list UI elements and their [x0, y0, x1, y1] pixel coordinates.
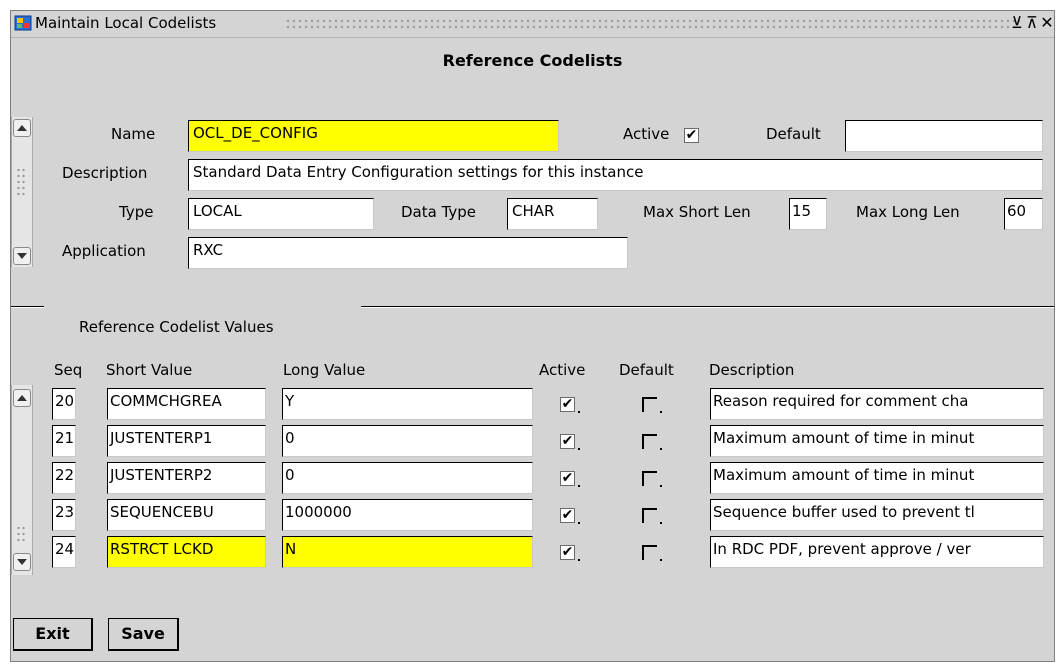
max-short-len-label: Max Short Len — [643, 203, 751, 221]
scroll-down-button[interactable] — [13, 247, 31, 265]
max-short-len-field[interactable]: 15 — [789, 198, 827, 230]
row-active-focus-dot — [578, 448, 580, 450]
row-active-focus-dot — [578, 522, 580, 524]
row-long-value-field[interactable]: 0 — [282, 425, 533, 457]
row-description-field[interactable]: Maximum amount of time in minut — [710, 462, 1044, 494]
section-divider-right — [361, 306, 1054, 308]
col-header-description: Description — [709, 361, 795, 379]
row-default-checkbox[interactable] — [642, 471, 657, 486]
name-field[interactable]: OCL_DE_CONFIG — [188, 120, 559, 152]
row-short-value-field[interactable]: COMMCHGREA — [107, 388, 266, 420]
row-description-field[interactable]: Sequence buffer used to prevent tl — [710, 499, 1044, 531]
checkmark-icon: ✔ — [561, 544, 574, 560]
title-grip — [285, 18, 1020, 30]
col-header-active: Active — [539, 361, 586, 379]
section-divider-left — [11, 306, 44, 308]
checkmark-icon: ✔ — [561, 507, 574, 523]
row-seq-field[interactable]: 24 — [52, 536, 76, 568]
row-active-checkbox[interactable]: ✔ — [560, 434, 575, 449]
col-header-short-value: Short Value — [106, 361, 193, 379]
row-seq-field[interactable]: 20 — [52, 388, 76, 420]
row-description-field[interactable]: In RDC PDF, prevent approve / ver — [710, 536, 1044, 568]
row-active-checkbox[interactable]: ✔ — [560, 545, 575, 560]
checkmark-icon: ✔ — [561, 396, 574, 412]
maximize-button[interactable]: ⊼ — [1024, 12, 1040, 34]
close-button[interactable]: ✕ — [1039, 12, 1055, 34]
col-header-long-value: Long Value — [283, 361, 366, 379]
row-default-checkbox[interactable] — [642, 545, 657, 560]
row-active-focus-dot — [578, 485, 580, 487]
row-default-focus-dot — [660, 522, 662, 524]
row-active-focus-dot — [578, 411, 580, 413]
row-default-checkbox[interactable] — [642, 508, 657, 523]
row-default-focus-dot — [660, 448, 662, 450]
row-active-checkbox[interactable]: ✔ — [560, 397, 575, 412]
application-label: Application — [62, 242, 146, 260]
data-type-label: Data Type — [401, 203, 477, 221]
row-short-value-field[interactable]: JUSTENTERP1 — [107, 425, 266, 457]
row-description-field[interactable]: Reason required for comment cha — [710, 388, 1044, 420]
data-type-field[interactable]: CHAR — [507, 198, 598, 230]
scroll-down-icon — [17, 559, 27, 565]
scroll-down-icon — [17, 253, 27, 259]
row-active-focus-dot — [578, 559, 580, 561]
app-icon — [14, 15, 32, 31]
values-scroll-grip — [16, 525, 26, 541]
active-label: Active — [623, 125, 670, 143]
row-default-focus-dot — [660, 559, 662, 561]
max-long-len-label: Max Long Len — [856, 203, 960, 221]
max-long-len-field[interactable]: 60 — [1004, 198, 1043, 230]
minimize-button[interactable]: ⊻ — [1009, 12, 1025, 34]
row-long-value-field[interactable]: Y — [282, 388, 533, 420]
row-short-value-field[interactable]: SEQUENCEBU — [107, 499, 266, 531]
name-label: Name — [111, 125, 156, 143]
row-default-checkbox[interactable] — [642, 397, 657, 412]
scroll-up-icon — [17, 125, 27, 131]
scroll-up-button[interactable] — [13, 119, 31, 137]
application-field[interactable]: RXC — [188, 237, 628, 269]
type-label: Type — [119, 203, 154, 221]
scroll-up-icon — [17, 395, 27, 401]
row-long-value-field[interactable]: 0 — [282, 462, 533, 494]
default-field[interactable] — [845, 120, 1043, 152]
maintain-local-codelists-window: Maintain Local Codelists ⊻ ⊼ ✕ Reference… — [10, 10, 1055, 662]
checkmark-icon: ✔ — [685, 127, 698, 143]
values-section-title: Reference Codelist Values — [79, 318, 274, 336]
row-default-focus-dot — [660, 411, 662, 413]
row-active-checkbox[interactable]: ✔ — [560, 471, 575, 486]
default-label: Default — [766, 125, 821, 143]
row-seq-field[interactable]: 23 — [52, 499, 76, 531]
scroll-grip — [16, 167, 26, 197]
row-seq-field[interactable]: 22 — [52, 462, 76, 494]
row-default-checkbox[interactable] — [642, 434, 657, 449]
window-title: Maintain Local Codelists — [35, 14, 217, 32]
row-default-focus-dot — [660, 485, 662, 487]
description-field[interactable]: Standard Data Entry Configuration settin… — [188, 159, 1043, 191]
values-scroll-down-button[interactable] — [13, 553, 31, 571]
row-active-checkbox[interactable]: ✔ — [560, 508, 575, 523]
checkmark-icon: ✔ — [561, 433, 574, 449]
row-description-field[interactable]: Maximum amount of time in minut — [710, 425, 1044, 457]
row-seq-field[interactable]: 21 — [52, 425, 76, 457]
title-bar: Maintain Local Codelists ⊻ ⊼ ✕ — [11, 11, 1054, 38]
row-long-value-field[interactable]: 1000000 — [282, 499, 533, 531]
save-button[interactable]: Save — [108, 618, 179, 651]
values-scrollbar[interactable] — [11, 385, 33, 575]
row-short-value-field[interactable]: RSTRCT LCKD — [107, 536, 266, 568]
page-title: Reference Codelists — [442, 51, 623, 70]
exit-button[interactable]: Exit — [13, 618, 93, 651]
values-scroll-up-button[interactable] — [13, 389, 31, 407]
type-field[interactable]: LOCAL — [188, 198, 374, 230]
checkmark-icon: ✔ — [561, 470, 574, 486]
header-scrollbar[interactable] — [11, 117, 33, 267]
col-header-default: Default — [619, 361, 674, 379]
col-header-seq: Seq — [54, 361, 83, 379]
row-short-value-field[interactable]: JUSTENTERP2 — [107, 462, 266, 494]
row-long-value-field[interactable]: N — [282, 536, 533, 568]
description-label: Description — [62, 164, 148, 182]
active-checkbox[interactable]: ✔ — [684, 128, 699, 143]
